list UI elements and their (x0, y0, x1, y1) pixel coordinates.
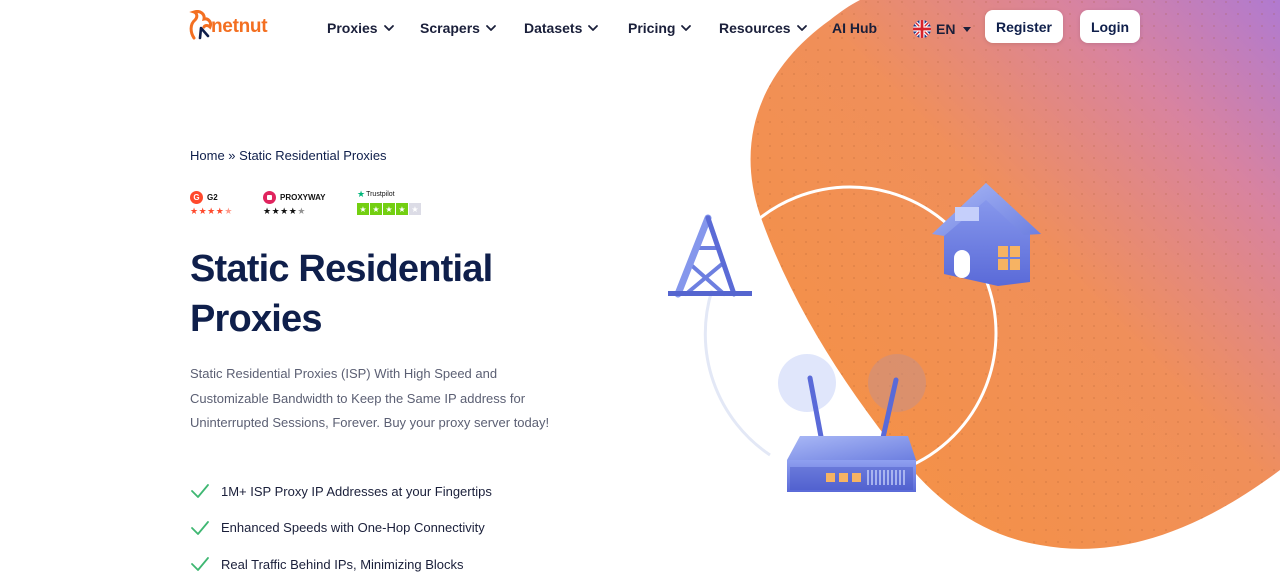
chevron-down-icon (587, 22, 599, 34)
g2-logo-icon: G (190, 190, 203, 204)
feature-text: 1M+ ISP Proxy IP Addresses at your Finge… (221, 483, 492, 499)
language-selector[interactable]: EN (913, 20, 972, 38)
trustpilot-rating[interactable]: ★ Trustpilot ★ ★ ★ ★ ★ (357, 187, 422, 215)
proxyway-logo-icon (263, 190, 276, 204)
nav-item-pricing[interactable]: Pricing (628, 20, 692, 36)
trustpilot-star-icon: ★ (357, 188, 366, 199)
nav-item-label: Pricing (628, 20, 676, 36)
trustpilot-stars: ★ ★ ★ ★ ★ (357, 203, 422, 215)
nav-item-scrapers[interactable]: Scrapers (420, 20, 497, 36)
title-line-2: Proxies (190, 298, 323, 340)
feature-text: Enhanced Speeds with One-Hop Connectivit… (221, 520, 485, 535)
check-icon (191, 557, 209, 571)
nav-item-label: Proxies (327, 20, 378, 36)
nav-item-label: AI Hub (832, 20, 878, 36)
feature-text: Real Traffic Behind IPs, Minimizing Bloc… (221, 556, 464, 572)
nav-item-label: Datasets (524, 20, 583, 36)
nav-item-proxies[interactable]: Proxies (327, 20, 395, 36)
feature-item: 1M+ ISP Proxy IP Addresses at your Finge… (190, 480, 492, 502)
proxyway-stars: ★ ★ ★ ★ ★ (263, 206, 306, 216)
breadcrumb-current: Static Residential Proxies (239, 148, 387, 163)
feature-item: Real Traffic Behind IPs, Minimizing Bloc… (190, 553, 492, 575)
uk-flag-icon (913, 20, 931, 38)
chevron-down-icon (796, 22, 808, 34)
house-icon (932, 183, 1041, 286)
g2-stars: ★ ★ ★ ★ ★ (190, 206, 233, 216)
feature-list: 1M+ ISP Proxy IP Addresses at your Finge… (190, 480, 492, 584)
chevron-down-icon (485, 22, 497, 34)
proxyway-rating[interactable]: PROXYWAY ★ ★ ★ ★ ★ (263, 190, 326, 216)
language-label: EN (936, 21, 956, 37)
nav-item-label: Scrapers (420, 20, 480, 36)
site-header: netnut Proxies Scrapers Datasets Pricing… (0, 0, 1280, 60)
caret-down-icon (963, 26, 972, 32)
nav-item-label: Resources (719, 20, 791, 36)
page-title: Static Residential Proxies (190, 244, 610, 344)
chevron-down-icon (680, 22, 692, 34)
nav-item-resources[interactable]: Resources (719, 20, 808, 36)
g2-label: G2 (207, 192, 218, 202)
brand-name: netnut (211, 16, 268, 37)
login-button[interactable]: Login (1080, 10, 1140, 43)
check-icon (191, 484, 209, 498)
feature-item: Enhanced Speeds with One-Hop Connectivit… (190, 517, 492, 539)
trustpilot-label: Trustpilot (366, 190, 395, 198)
breadcrumb: Home » Static Residential Proxies (190, 148, 387, 163)
nav-item-ai-hub[interactable]: AI Hub (832, 20, 877, 36)
hero-description: Static Residential Proxies (ISP) With Hi… (190, 366, 550, 430)
cell-tower-icon (668, 214, 752, 298)
network-illustration (668, 183, 1041, 492)
chevron-down-icon (383, 22, 395, 34)
router-icon (778, 354, 926, 492)
title-line-1: Static Residential (190, 248, 493, 290)
nav-item-datasets[interactable]: Datasets (524, 20, 599, 36)
check-icon (191, 520, 209, 535)
breadcrumb-separator: » (224, 148, 240, 163)
register-button[interactable]: Register (985, 10, 1063, 43)
breadcrumb-home-link[interactable]: Home (190, 148, 225, 163)
g2-rating[interactable]: G G2 ★ ★ ★ ★ ★ (190, 190, 233, 216)
proxyway-label: PROXYWAY (280, 192, 326, 202)
netnut-logo[interactable]: netnut (188, 4, 268, 40)
